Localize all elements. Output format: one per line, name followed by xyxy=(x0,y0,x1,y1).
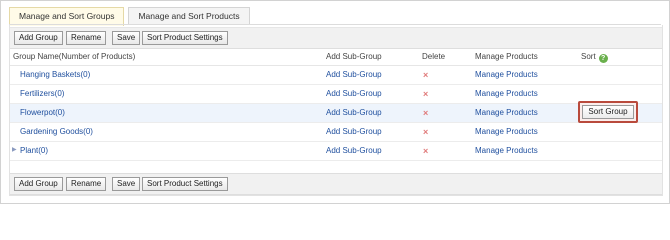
delete-icon[interactable]: × xyxy=(423,127,428,137)
table-row-selected: Flowerpot(0) Add Sub-Group × Manage Prod… xyxy=(10,104,662,123)
manage-products-link[interactable]: Manage Products xyxy=(475,127,538,136)
column-header-delete: Delete xyxy=(422,52,446,61)
add-group-button[interactable]: Add Group xyxy=(14,31,63,45)
delete-icon[interactable]: × xyxy=(423,108,428,118)
group-name-link[interactable]: Gardening Goods(0) xyxy=(20,127,93,136)
expand-arrow-icon[interactable]: ▶ xyxy=(12,146,17,153)
table-row: ▶ Plant(0) Add Sub-Group × Manage Produc… xyxy=(10,142,662,161)
bottom-toolbar: Add Group Rename Save Sort Product Setti… xyxy=(10,173,662,195)
delete-icon[interactable]: × xyxy=(423,89,428,99)
add-sub-group-link[interactable]: Add Sub-Group xyxy=(326,108,382,117)
table-header: Group Name(Number of Products) Add Sub-G… xyxy=(10,49,662,66)
column-header-manage-products: Manage Products xyxy=(475,52,538,61)
delete-icon[interactable]: × xyxy=(423,70,428,80)
add-sub-group-link[interactable]: Add Sub-Group xyxy=(326,127,382,136)
manage-products-link[interactable]: Manage Products xyxy=(475,146,538,155)
manage-products-link[interactable]: Manage Products xyxy=(475,108,538,117)
sort-group-button[interactable]: Sort Group xyxy=(582,105,634,119)
save-button[interactable]: Save xyxy=(112,31,141,45)
tab-bar: Manage and Sort Groups Manage and Sort P… xyxy=(9,7,254,26)
help-icon[interactable]: ? xyxy=(598,54,608,63)
group-name-link[interactable]: Flowerpot(0) xyxy=(20,108,65,117)
group-name-link[interactable]: Fertilizers(0) xyxy=(20,89,64,98)
sort-product-settings-button[interactable]: Sort Product Settings xyxy=(142,177,228,191)
tab-manage-sort-products[interactable]: Manage and Sort Products xyxy=(128,7,250,25)
add-sub-group-link[interactable]: Add Sub-Group xyxy=(326,89,382,98)
table-row: Gardening Goods(0) Add Sub-Group × Manag… xyxy=(10,123,662,142)
column-header-add-sub-group: Add Sub-Group xyxy=(326,52,382,61)
groups-panel: Add Group Rename Save Sort Product Setti… xyxy=(9,25,663,196)
group-name-link[interactable]: Plant(0) xyxy=(20,146,48,155)
table-row: Hanging Baskets(0) Add Sub-Group × Manag… xyxy=(10,66,662,85)
manage-products-link[interactable]: Manage Products xyxy=(475,70,538,79)
window-frame: Manage and Sort Groups Manage and Sort P… xyxy=(0,0,670,204)
top-toolbar: Add Group Rename Save Sort Product Setti… xyxy=(10,27,662,49)
add-sub-group-link[interactable]: Add Sub-Group xyxy=(326,70,382,79)
rename-button[interactable]: Rename xyxy=(66,31,107,45)
sort-group-highlight: Sort Group xyxy=(578,101,638,123)
table-row: Fertilizers(0) Add Sub-Group × Manage Pr… xyxy=(10,85,662,104)
delete-icon[interactable]: × xyxy=(423,146,428,156)
add-group-button[interactable]: Add Group xyxy=(14,177,63,191)
save-button[interactable]: Save xyxy=(112,177,141,191)
rename-button[interactable]: Rename xyxy=(66,177,107,191)
group-name-link[interactable]: Hanging Baskets(0) xyxy=(20,70,90,79)
add-sub-group-link[interactable]: Add Sub-Group xyxy=(326,146,382,155)
column-header-sort: Sort? xyxy=(581,52,608,63)
manage-products-link[interactable]: Manage Products xyxy=(475,89,538,98)
sort-product-settings-button[interactable]: Sort Product Settings xyxy=(142,31,228,45)
sort-header-label: Sort xyxy=(581,52,596,61)
column-header-group-name: Group Name(Number of Products) xyxy=(13,52,136,61)
